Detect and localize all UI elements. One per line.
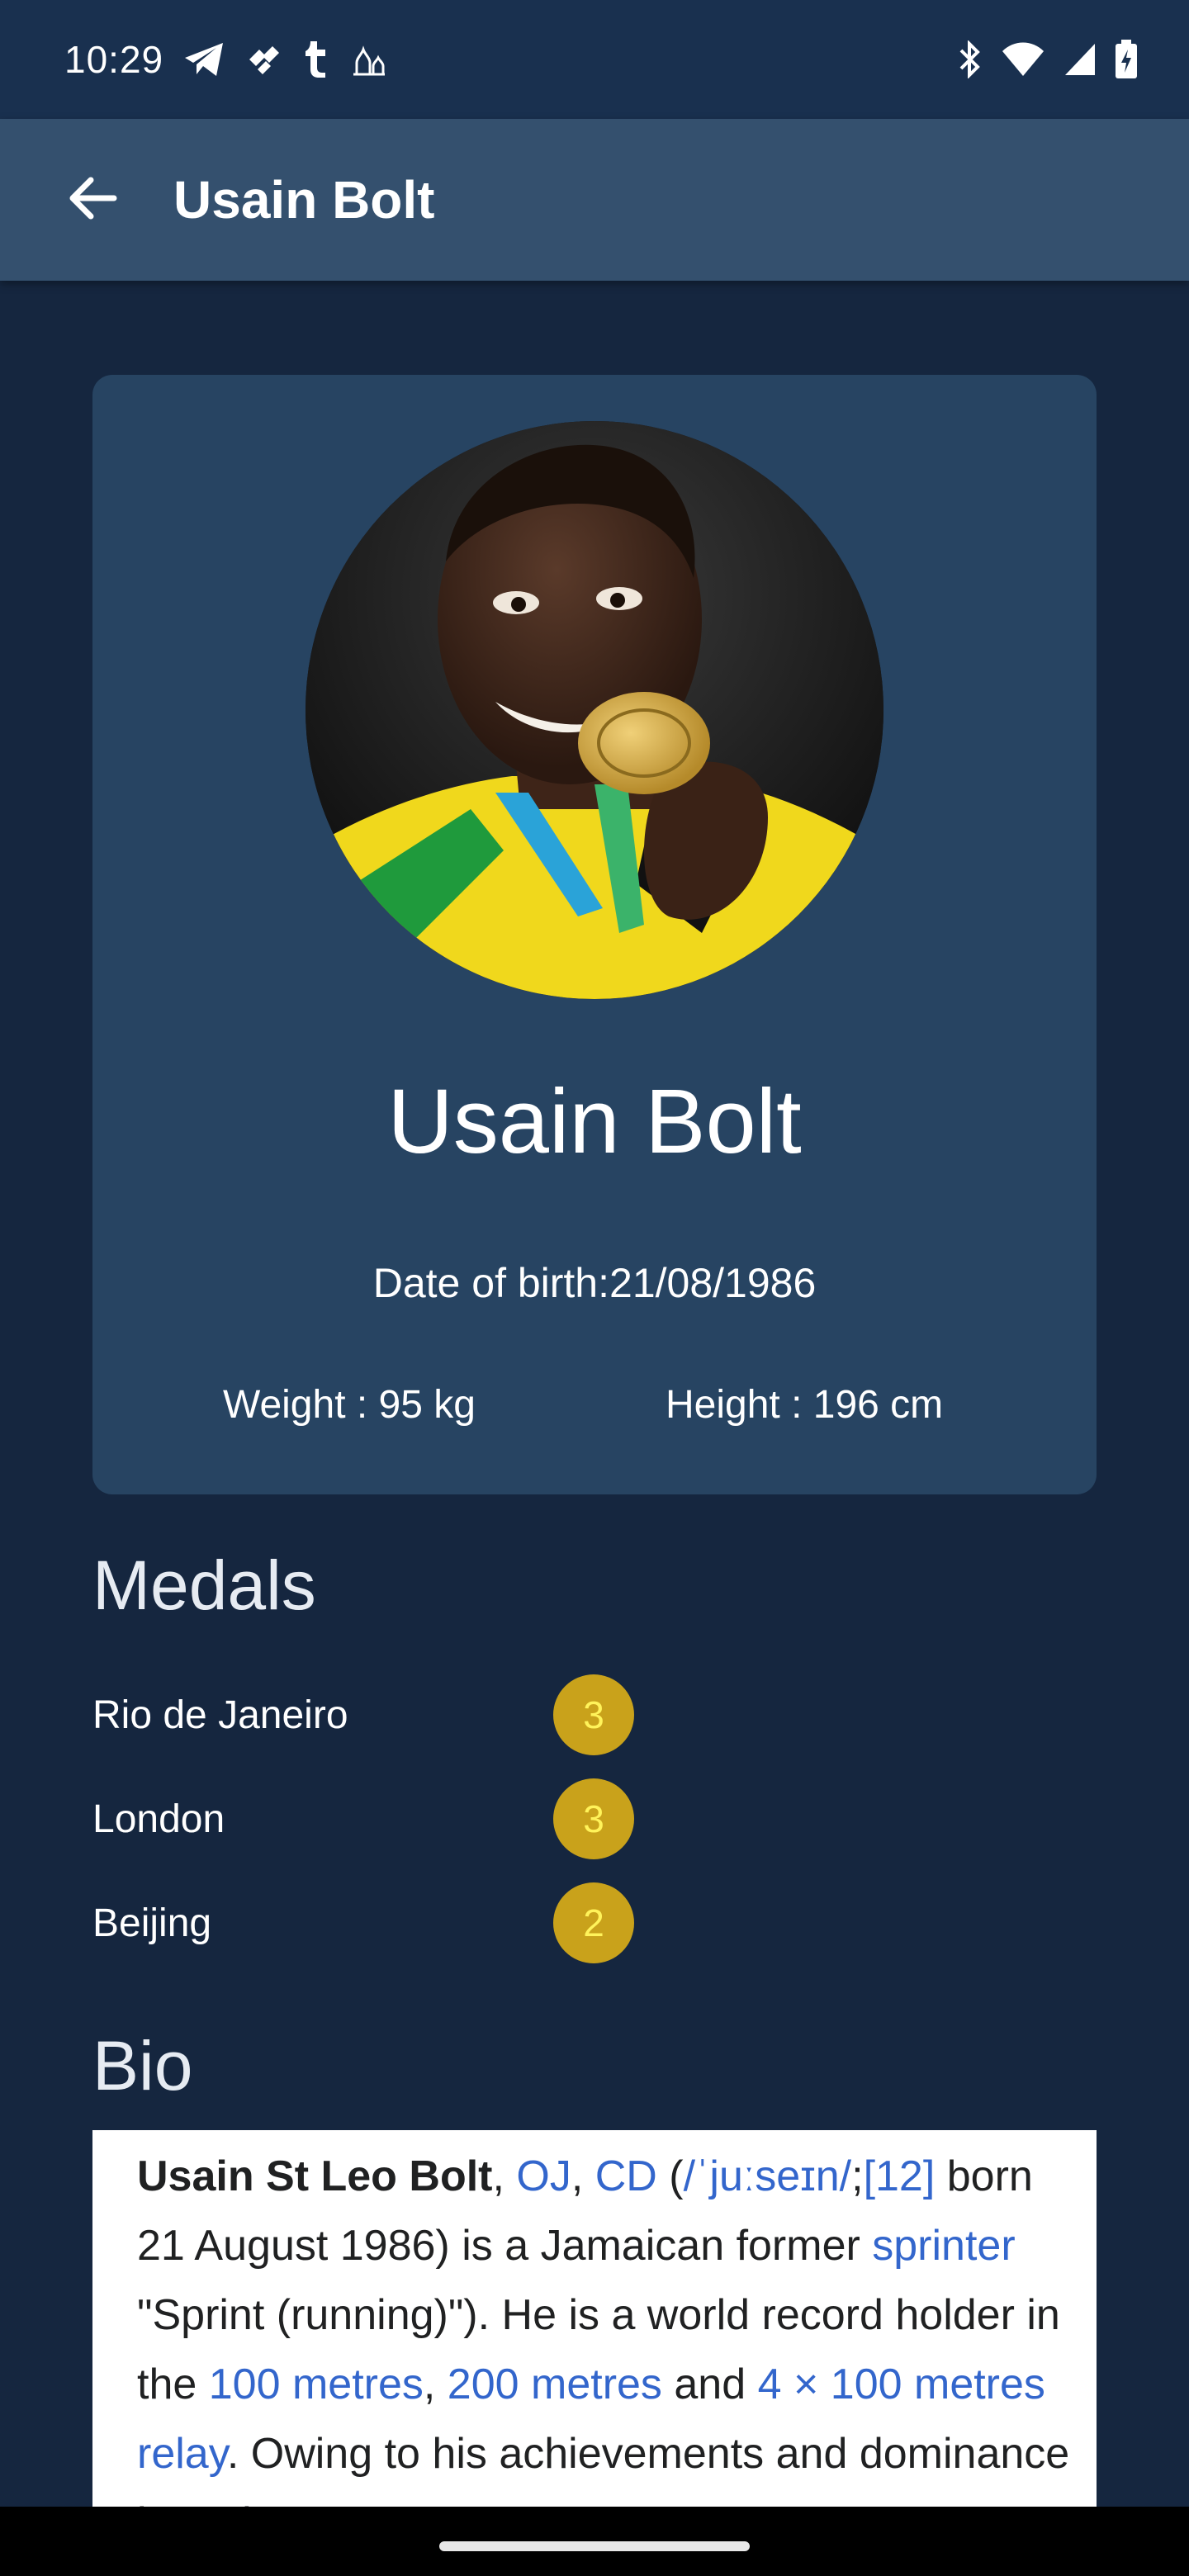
arrow-left-icon [66,175,119,225]
height-value: Height : 196 cm [666,1383,944,1427]
wifi-icon [1001,41,1045,78]
status-time: 10:29 [64,38,164,81]
bluetooth-icon [958,40,983,78]
link-sprinter[interactable]: sprinter [872,2222,1015,2270]
link-200-metres[interactable]: 200 metres [448,2361,662,2408]
back-button[interactable] [53,160,132,239]
page-title: Usain Bolt [173,170,435,230]
medal-row: Beijing 2 [92,1882,670,1965]
navigation-bar [0,2507,1189,2576]
app-bar: Usain Bolt [0,119,1189,281]
telegram-icon [183,41,225,78]
bio-heading: Bio [92,2027,193,2105]
link-cd[interactable]: CD [595,2152,657,2200]
battery-charging-icon [1115,40,1138,79]
bio-text: Usain St Leo Bolt, OJ, CD (/ˈjuːseɪn/;[1… [137,2142,1070,2510]
link-100-metres[interactable]: 100 metres [209,2361,424,2408]
status-bar: 10:29 [0,0,1189,119]
tidal-icon [246,41,282,78]
link-reference[interactable]: [12] [864,2152,936,2200]
link-pronunciation[interactable]: /ˈjuːseɪn/ [684,2152,851,2200]
medal-count-badge: 3 [553,1778,634,1859]
medal-city: Beijing [92,1901,212,1945]
medal-count-badge: 3 [553,1674,634,1755]
notification-icons [183,36,386,83]
bio-text-and: and [674,2361,746,2408]
profile-card: Usain Bolt Date of birth:21/08/1986 Weig… [92,375,1097,1494]
medal-city: London [92,1797,225,1841]
medal-city: Rio de Janeiro [92,1693,348,1737]
medal-count-badge: 2 [553,1882,634,1963]
bio-webview[interactable]: Usain St Leo Bolt, OJ, CD (/ˈjuːseɪn/;[1… [92,2130,1097,2510]
tumblr-icon [304,40,329,79]
athlete-name: Usain Bolt [387,1071,802,1172]
medals-heading: Medals [92,1546,316,1624]
date-of-birth: Date of birth:21/08/1986 [372,1260,817,1306]
bio-text-owing: . Owing to his achievements and dominanc… [137,2430,1070,2510]
bio-name-bold: Usain St Leo Bolt [137,2152,493,2200]
home-gesture-handle[interactable] [439,2541,750,2551]
weight-value: Weight : 95 kg [223,1383,476,1427]
system-icons [958,36,1138,83]
signal-icon [1063,42,1097,77]
ramadan-icon [350,41,386,78]
link-oj[interactable]: OJ [516,2152,571,2200]
medal-row: Rio de Janeiro 3 [92,1674,670,1757]
medal-row: London 3 [92,1778,670,1861]
athlete-photo [306,421,883,999]
